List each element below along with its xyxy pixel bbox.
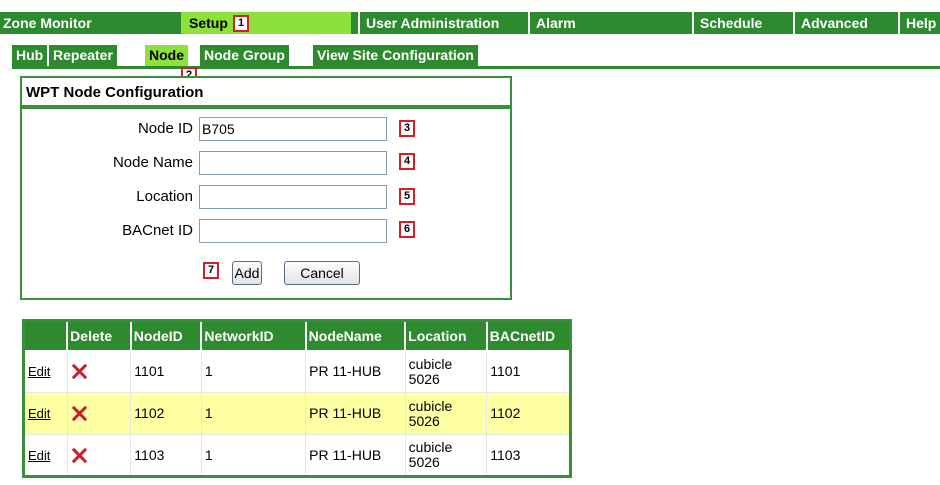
delete-icon[interactable] <box>71 363 88 380</box>
config-panel-header: WPT Node Configuration <box>20 76 512 107</box>
delete-icon[interactable] <box>71 447 88 464</box>
header-bacnet-id: BACnetID <box>485 319 572 352</box>
header-location: Location <box>404 319 488 352</box>
edit-link[interactable]: Edit <box>28 448 50 463</box>
table-row: Edit 1101 1 PR 11-HUB cubicle 5026 1101 <box>23 350 571 393</box>
table-row: Edit 1102 1 PR 11-HUB cubicle 5026 1102 <box>23 392 571 435</box>
cell-node-name: PR 11-HUB <box>305 434 406 477</box>
marker-1: 1 <box>233 15 249 32</box>
subnav-node[interactable]: Node <box>145 45 188 66</box>
top-nav: Zone Monitor Setup User Administration A… <box>0 12 940 34</box>
node-name-input[interactable] <box>199 151 387 175</box>
nav-zone-monitor[interactable]: Zone Monitor <box>0 12 92 34</box>
edit-link[interactable]: Edit <box>28 364 50 379</box>
subnav-node-group[interactable]: Node Group <box>200 45 289 66</box>
header-delete: Delete <box>66 319 132 352</box>
header-edit <box>23 319 69 352</box>
delete-icon[interactable] <box>71 405 88 422</box>
node-table: Delete NodeID NetworkID NodeName Locatio… <box>22 319 572 478</box>
marker-4: 4 <box>399 153 415 170</box>
subnav-repeater[interactable]: Repeater <box>49 45 117 66</box>
cell-network-id: 1 <box>200 434 307 477</box>
cell-bacnet-id: 1101 <box>486 350 571 393</box>
edit-link[interactable]: Edit <box>28 406 50 421</box>
cell-node-id: 1103 <box>130 434 202 477</box>
table-header-row: Delete NodeID NetworkID NodeName Locatio… <box>23 319 572 352</box>
location-input[interactable] <box>199 185 387 209</box>
bacnet-id-input[interactable] <box>199 219 387 243</box>
table-row: Edit 1103 1 PR 11-HUB cubicle 5026 1103 <box>23 434 571 477</box>
nav-advanced[interactable]: Advanced <box>793 12 868 34</box>
header-network-id: NetworkID <box>200 319 307 352</box>
location-label: Location <box>136 188 193 205</box>
cell-bacnet-id: 1103 <box>486 434 571 477</box>
cell-node-name: PR 11-HUB <box>305 350 406 393</box>
cell-location: cubicle 5026 <box>404 392 488 435</box>
marker-7: 7 <box>203 262 219 279</box>
cell-network-id: 1 <box>200 350 307 393</box>
cancel-button[interactable]: Cancel <box>284 261 360 285</box>
subnav-hub[interactable]: Hub <box>12 45 48 66</box>
node-id-label: Node ID <box>137 120 193 137</box>
nav-schedule[interactable]: Schedule <box>692 12 762 34</box>
cell-bacnet-id: 1102 <box>486 392 571 435</box>
header-node-name: NodeName <box>304 319 407 352</box>
bacnet-id-label: BACnet ID <box>122 222 193 239</box>
subnav-underline <box>12 66 940 69</box>
nav-user-administration[interactable]: User Administration <box>358 12 499 34</box>
cell-node-id: 1101 <box>130 350 202 393</box>
cell-node-name: PR 11-HUB <box>305 392 406 435</box>
cell-location: cubicle 5026 <box>404 434 488 477</box>
marker-6: 6 <box>399 221 415 238</box>
marker-5: 5 <box>399 188 415 205</box>
cell-node-id: 1102 <box>130 392 202 435</box>
cell-network-id: 1 <box>200 392 307 435</box>
subnav-view-site-configuration[interactable]: View Site Configuration <box>313 45 478 66</box>
nav-alarm[interactable]: Alarm <box>528 12 576 34</box>
marker-3: 3 <box>399 120 415 137</box>
nav-help[interactable]: Help <box>898 12 936 34</box>
node-id-input[interactable] <box>199 117 387 141</box>
cell-location: cubicle 5026 <box>404 350 488 393</box>
nav-setup[interactable]: Setup <box>181 12 351 34</box>
config-panel-divider <box>20 105 512 107</box>
add-button[interactable]: Add <box>232 261 262 285</box>
config-panel-title: WPT Node Configuration <box>26 84 204 101</box>
header-node-id: NodeID <box>129 319 203 352</box>
node-name-label: Node Name <box>112 154 193 171</box>
